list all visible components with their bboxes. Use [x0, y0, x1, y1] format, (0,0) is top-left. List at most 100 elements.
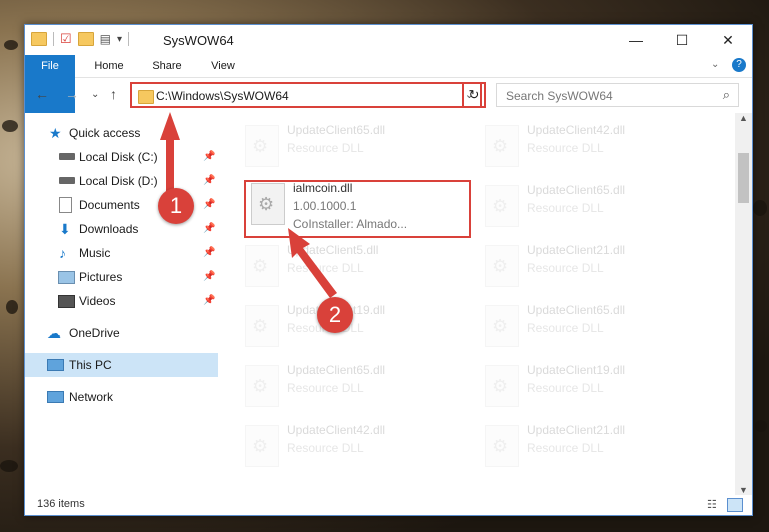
dll-file-icon: ⚙ — [485, 425, 519, 467]
close-button[interactable]: ✕ — [705, 25, 751, 55]
maximize-button[interactable]: ☐ — [659, 25, 705, 55]
file-name: UpdateClient21.dll — [527, 423, 626, 437]
dll-file-icon: ⚙ — [245, 425, 279, 467]
file-name: UpdateClient21.dll — [527, 243, 626, 257]
new-folder-icon[interactable] — [77, 32, 94, 46]
tab-view[interactable]: View — [201, 55, 245, 77]
sidebar-item-label: Quick access — [69, 126, 141, 140]
properties-icon[interactable]: ☑ — [60, 31, 72, 47]
refresh-button[interactable]: ↻ — [462, 82, 486, 108]
pin-icon: 📌 — [203, 175, 216, 186]
refresh-icon: ↻ — [468, 87, 480, 102]
sidebar-item-downloads[interactable]: ⬇ Downloads 📌 — [25, 217, 218, 241]
dll-file-icon: ⚙ — [485, 365, 519, 407]
minimize-button[interactable]: — — [613, 25, 659, 55]
expand-ribbon-icon[interactable]: ⌄ — [711, 59, 719, 70]
file-name: UpdateClient65.dll — [527, 303, 626, 317]
sidebar-item-network[interactable]: Network — [25, 385, 218, 409]
title-bar: ☑ ▤ ▾ SysWOW64 — ☐ ✕ — [25, 25, 752, 55]
address-bar[interactable]: C:\Windows\SysWOW64 ⌄ — [130, 82, 482, 108]
large-icons-view-icon[interactable] — [727, 498, 743, 512]
file-tile[interactable]: ⚙ UpdateClient5.dll Resource DLL — [239, 237, 469, 295]
status-bar: 136 items ☷ — [25, 495, 752, 515]
wallpaper-spot — [0, 460, 18, 472]
tab-home[interactable]: Home — [87, 55, 131, 77]
gear-icon: ⚙ — [252, 376, 269, 396]
step-badge-2: 2 — [317, 297, 353, 333]
sidebar-item-quick-access[interactable]: ★ Quick access — [25, 121, 218, 145]
up-icon[interactable]: ↑ — [110, 86, 117, 102]
gear-icon: ⚙ — [252, 316, 269, 336]
item-count: 136 items — [37, 498, 85, 510]
sidebar-item-label: Music — [79, 246, 111, 260]
file-name: UpdateClient19.dll — [527, 363, 626, 377]
file-tile[interactable]: ⚙ UpdateClient19.dll Resource DLL — [479, 357, 709, 415]
gear-icon: ⚙ — [492, 376, 509, 396]
gear-icon: ⚙ — [252, 256, 269, 276]
sidebar-item-music[interactable]: ♪ Music 📌 — [25, 241, 218, 265]
file-highlight-box — [244, 180, 471, 238]
file-tile[interactable]: ⚙ UpdateClient42.dll Resource DLL — [479, 117, 709, 175]
dll-file-icon: ⚙ — [485, 305, 519, 347]
sidebar-item-label: OneDrive — [69, 326, 120, 340]
scrollbar-thumb[interactable] — [738, 153, 749, 203]
drive-icon — [59, 153, 75, 160]
sidebar-item-label: Local Disk (C:) — [79, 150, 158, 164]
wallpaper-spot — [2, 120, 18, 132]
search-icon: ⌕ — [722, 87, 730, 102]
address-row: ← → ⌄ ↑ C:\Windows\SysWOW64 ⌄ ↻ Search S… — [25, 78, 752, 112]
ribbon-tabs: File Home Share View ⌄ ? — [25, 55, 752, 113]
file-description: Resource DLL — [527, 381, 604, 395]
sidebar-item-label: This PC — [69, 358, 112, 372]
tab-share[interactable]: Share — [145, 55, 189, 77]
pin-icon: 📌 — [203, 295, 216, 306]
sidebar-item-label: Videos — [79, 294, 116, 308]
quick-access-toolbar: ☑ ▤ ▾ — [31, 31, 130, 47]
recent-locations-icon[interactable]: ⌄ — [91, 89, 99, 100]
file-name: UpdateClient65.dll — [527, 183, 626, 197]
drive-icon — [59, 177, 75, 184]
pictures-icon — [58, 271, 75, 284]
file-tile[interactable]: ⚙ UpdateClient65.dll Resource DLL — [479, 297, 709, 355]
file-description: Resource DLL — [287, 441, 364, 455]
file-tile[interactable]: ⚙ UpdateClient19.dll Resource DLL — [239, 297, 469, 355]
file-name: UpdateClient5.dll — [287, 243, 379, 257]
sidebar-item-onedrive[interactable]: ☁ OneDrive — [25, 321, 218, 345]
file-tile[interactable]: ⚙ UpdateClient65.dll Resource DLL — [239, 117, 469, 175]
customize-toolbar-icon[interactable]: ▾ — [117, 34, 122, 45]
file-name: UpdateClient65.dll — [287, 363, 386, 377]
back-icon[interactable]: ← — [35, 86, 49, 102]
cloud-icon: ☁ — [47, 325, 61, 341]
file-description: Resource DLL — [287, 261, 364, 275]
sidebar-item-pictures[interactable]: Pictures 📌 — [25, 265, 218, 289]
pin-icon: 📌 — [203, 223, 216, 234]
dll-file-icon: ⚙ — [485, 125, 519, 167]
vertical-scrollbar[interactable]: ▲ ▼ — [735, 113, 752, 495]
view-options-icon[interactable]: ▤ — [100, 32, 111, 46]
sidebar-item-label: Local Disk (D:) — [79, 174, 158, 188]
file-tile[interactable]: ⚙ UpdateClient21.dll Resource DLL — [479, 237, 709, 295]
search-input[interactable]: Search SysWOW64 ⌕ — [496, 83, 739, 107]
file-tile[interactable]: ⚙ UpdateClient42.dll Resource DLL — [239, 417, 469, 475]
wallpaper-spot — [6, 300, 18, 314]
file-name: UpdateClient42.dll — [287, 423, 386, 437]
file-tile[interactable]: ⚙ UpdateClient21.dll Resource DLL — [479, 417, 709, 475]
file-tile[interactable]: ⚙ UpdateClient65.dll Resource DLL — [239, 357, 469, 415]
sidebar-item-videos[interactable]: Videos 📌 — [25, 289, 218, 313]
dll-file-icon: ⚙ — [245, 245, 279, 287]
scroll-down-icon[interactable]: ▼ — [739, 485, 748, 495]
scroll-up-icon[interactable]: ▲ — [739, 113, 748, 123]
file-description: Resource DLL — [287, 381, 364, 395]
dll-file-icon: ⚙ — [485, 185, 519, 227]
videos-icon — [58, 295, 75, 308]
file-description: Resource DLL — [527, 141, 604, 155]
sidebar-item-this-pc[interactable]: This PC — [25, 353, 218, 377]
sidebar-item-local-disk-c[interactable]: Local Disk (C:) 📌 — [25, 145, 218, 169]
dll-file-icon: ⚙ — [245, 125, 279, 167]
file-tile[interactable]: ⚙ UpdateClient65.dll Resource DLL — [479, 177, 709, 235]
file-name: UpdateClient42.dll — [527, 123, 626, 137]
sidebar-item-local-disk-d[interactable]: Local Disk (D:) 📌 — [25, 169, 218, 193]
help-icon[interactable]: ? — [732, 58, 746, 72]
details-view-icon[interactable]: ☷ — [707, 498, 717, 511]
forward-icon[interactable]: → — [65, 86, 79, 102]
